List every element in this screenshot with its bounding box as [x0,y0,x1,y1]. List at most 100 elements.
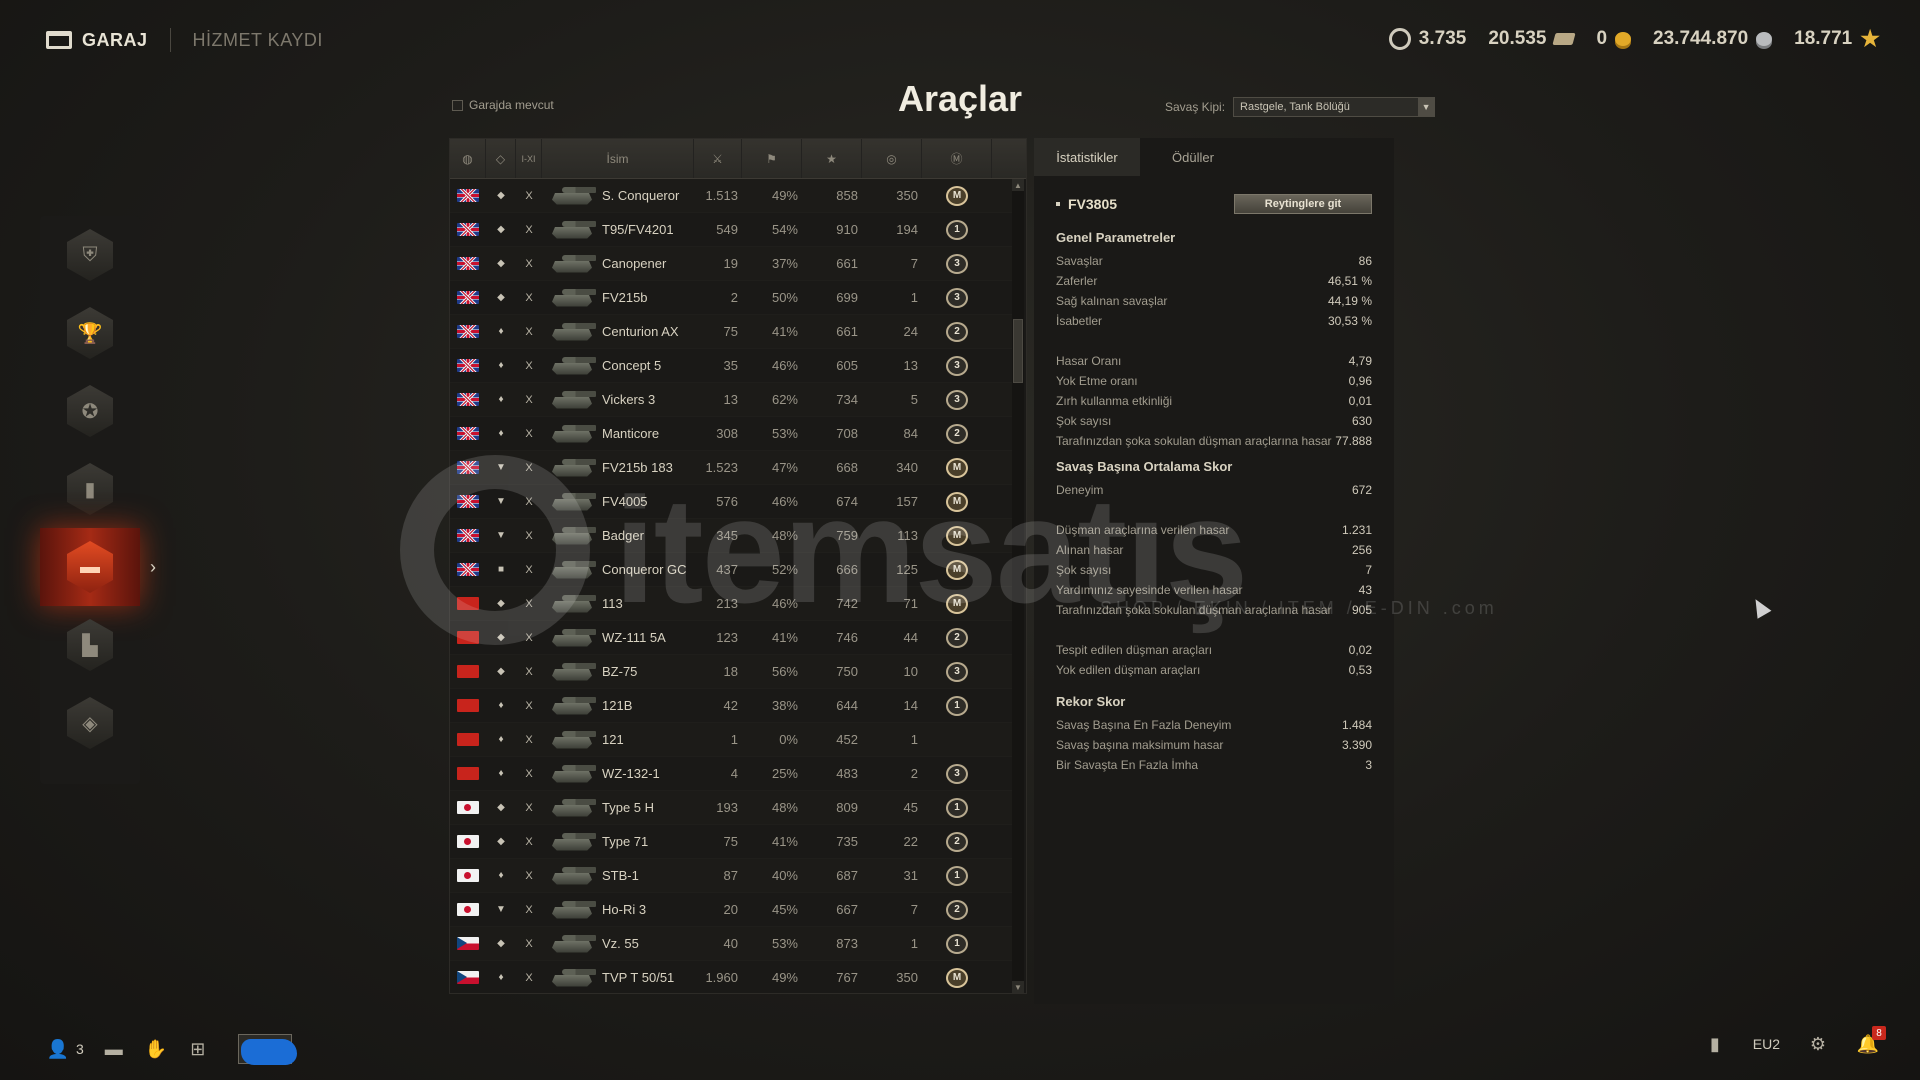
nation-flag-icon [450,903,486,916]
flag-uk-icon [457,495,479,508]
stat-label: Zaferler [1056,274,1098,288]
tab-statistics[interactable]: İstatistikler [1034,138,1140,176]
sidebar-medals[interactable]: ✪ [40,372,140,450]
table-row[interactable]: ♦ X STB-1 87 40% 687 31 1 [450,859,1012,893]
stat-row: Deneyim 672 [1056,480,1372,500]
battle-mode-select[interactable]: Rastgele, Tank Bölüğü ▼ [1233,97,1436,117]
col-mastery[interactable]: Ⓜ [922,139,992,178]
scroll-thumb[interactable] [1013,319,1023,383]
col-avg-xp[interactable]: ★ [802,139,862,178]
stat-row: İsabetler 30,53 % [1056,311,1372,331]
col-type[interactable]: ◇ [486,139,516,178]
col-victories[interactable]: ⚑ [742,139,802,178]
free-xp[interactable]: 3.735 [1388,28,1466,50]
col-name[interactable]: İsim [542,139,694,178]
table-row[interactable]: ◆ X S. Conqueror 1.513 49% 858 350 M [450,179,1012,213]
gear-icon[interactable]: ⚙ [1806,1034,1830,1054]
flag-uk-icon [457,393,479,406]
mastery-badge-icon: 3 [946,661,968,682]
col-battles[interactable]: ⚔ [694,139,742,178]
table-row[interactable]: ♦ X Manticore 308 53% 708 84 2 [450,417,1012,451]
table-row[interactable]: ◆ X Type 71 75 41% 735 22 2 [450,825,1012,859]
crystal[interactable]: 18.771 ★ [1794,26,1880,52]
sidebar-vehicles[interactable]: ▬ › [40,528,156,606]
col-marks[interactable]: ◎ [862,139,922,178]
stat-row: Sağ kalınan savaşlar 44,19 % [1056,291,1372,311]
target-icon: ◎ [886,151,897,166]
tank-icon [546,457,598,479]
clan-plus-icon[interactable]: ⊞ [186,1039,210,1059]
table-row[interactable]: ■ X Conqueror GC 437 52% 666 125 M [450,553,1012,587]
table-row[interactable]: ◆ X T95/FV4201 549 54% 910 194 1 [450,213,1012,247]
sidebar-ratings[interactable]: ▙ [40,606,140,684]
col-tier[interactable]: I-XI [516,139,542,178]
nav-garage[interactable]: GARAJ [46,30,148,51]
in-garage-checkbox[interactable] [452,99,463,111]
sidebar-clan[interactable]: ◈ [40,684,140,762]
stats-panel: İstatistikler Ödüller FV3805 Reytinglere… [1034,138,1394,1004]
tank-icon [546,423,598,445]
mastery-badge-icon: 3 [946,763,968,784]
scroll-up-icon[interactable]: ▲ [1012,179,1024,191]
mastery-icon: Ⓜ [950,152,963,166]
friends-button[interactable]: 👤 3 [46,1039,84,1059]
scrollbar[interactable]: ▲ ▼ [1012,179,1024,993]
table-row[interactable]: ◆ X FV215b 2 50% 699 1 3 [450,281,1012,315]
mastery-badge-icon: M [946,559,968,580]
table-row[interactable]: ◆ X Canopener 19 37% 661 7 3 [450,247,1012,281]
vehicle-name-cell: STB-1 [602,868,639,883]
garage-filter[interactable]: Garajda mevcut [452,98,554,112]
chevron-down-icon[interactable]: ▼ [1418,98,1435,116]
table-row[interactable]: ♦ X Centurion AX 75 41% 661 24 2 [450,315,1012,349]
table-row[interactable]: ▼ X Badger 345 48% 759 113 M [450,519,1012,553]
table-row[interactable]: ▼ X FV4005 576 46% 674 157 M [450,485,1012,519]
flag-cn-icon [457,665,479,678]
tier-cell: X [525,257,533,270]
sidebar-statistics[interactable]: ▮ [40,450,140,528]
col-nation[interactable]: ◍ [450,139,486,178]
handshake-icon[interactable]: ✋ [144,1039,168,1059]
tier-header: I-XI [521,153,536,164]
avg-xp-cell: 644 [836,698,858,713]
table-row[interactable]: ◆ X BZ-75 18 56% 750 10 3 [450,655,1012,689]
vehicle-name: FV3805 [1056,196,1117,212]
bell-icon[interactable]: 🔔 8 [1856,1026,1886,1054]
table-row[interactable]: ♦ X 121B 42 38% 644 14 1 [450,689,1012,723]
table-row[interactable]: ♦ X Vickers 3 13 62% 734 5 3 [450,383,1012,417]
tank-icon [546,185,598,207]
battles-cell: 4 [730,766,738,781]
vehicle-name-cell: Ho-Ri 3 [602,902,647,917]
gold[interactable]: 0 [1596,28,1632,50]
table-row[interactable]: ◆ X Vz. 55 40 53% 873 1 1 [450,927,1012,961]
mastery-badge-icon: M [946,525,968,546]
table-row[interactable]: ▼ X FV215b 183 1.523 47% 668 340 M [450,451,1012,485]
stat-label: Şok sayısı [1056,414,1112,428]
table-row[interactable]: ♦ X WZ-132-1 4 25% 483 2 3 [450,757,1012,791]
avg-xp-cell: 668 [836,460,858,475]
chat-icon[interactable]: ▬ [102,1039,126,1059]
mastery-badge-icon: 3 [946,355,968,376]
server-label[interactable]: EU2 [1753,1036,1780,1052]
table-row[interactable]: ◆ X WZ-111 5A 123 41% 746 44 2 [450,621,1012,655]
winrate-cell: 46% [771,358,798,373]
table-row[interactable]: ♦ X Concept 5 35 46% 605 13 3 [450,349,1012,383]
record-stats: Savaş Başına En Fazla Deneyim 1.484 Savaş … [1056,715,1372,775]
winrate-cell: 53% [771,936,798,951]
go-to-ratings-button[interactable]: Reytinglere git [1234,194,1372,214]
nav-service-record[interactable]: HİZMET KAYDI [193,30,323,51]
table-row[interactable]: ▼ X Ho-Ri 3 20 45% 667 7 2 [450,893,1012,927]
vehicle-class-icon: ◆ [497,258,505,269]
sidebar-achievements[interactable]: 🏆 [40,294,140,372]
table-row[interactable]: ◆ X 113 213 46% 742 71 M [450,587,1012,621]
table-row[interactable]: ♦ X TVP T 50/51 1.960 49% 767 350 M [450,961,1012,993]
sidebar-summary[interactable]: ⛨ [40,216,140,294]
stats-bars-icon[interactable]: ▮ [1703,1034,1727,1054]
scroll-down-icon[interactable]: ▼ [1012,981,1024,993]
table-row[interactable]: ◆ X Type 5 H 193 48% 809 45 1 [450,791,1012,825]
bonds[interactable]: 20.535 [1488,28,1577,50]
table-row[interactable]: ♦ X 121 1 0% 452 1 [450,723,1012,757]
bonds-value: 20.535 [1488,28,1547,49]
credits[interactable]: 23.744.870 [1653,28,1773,50]
tab-awards[interactable]: Ödüller [1140,138,1246,176]
